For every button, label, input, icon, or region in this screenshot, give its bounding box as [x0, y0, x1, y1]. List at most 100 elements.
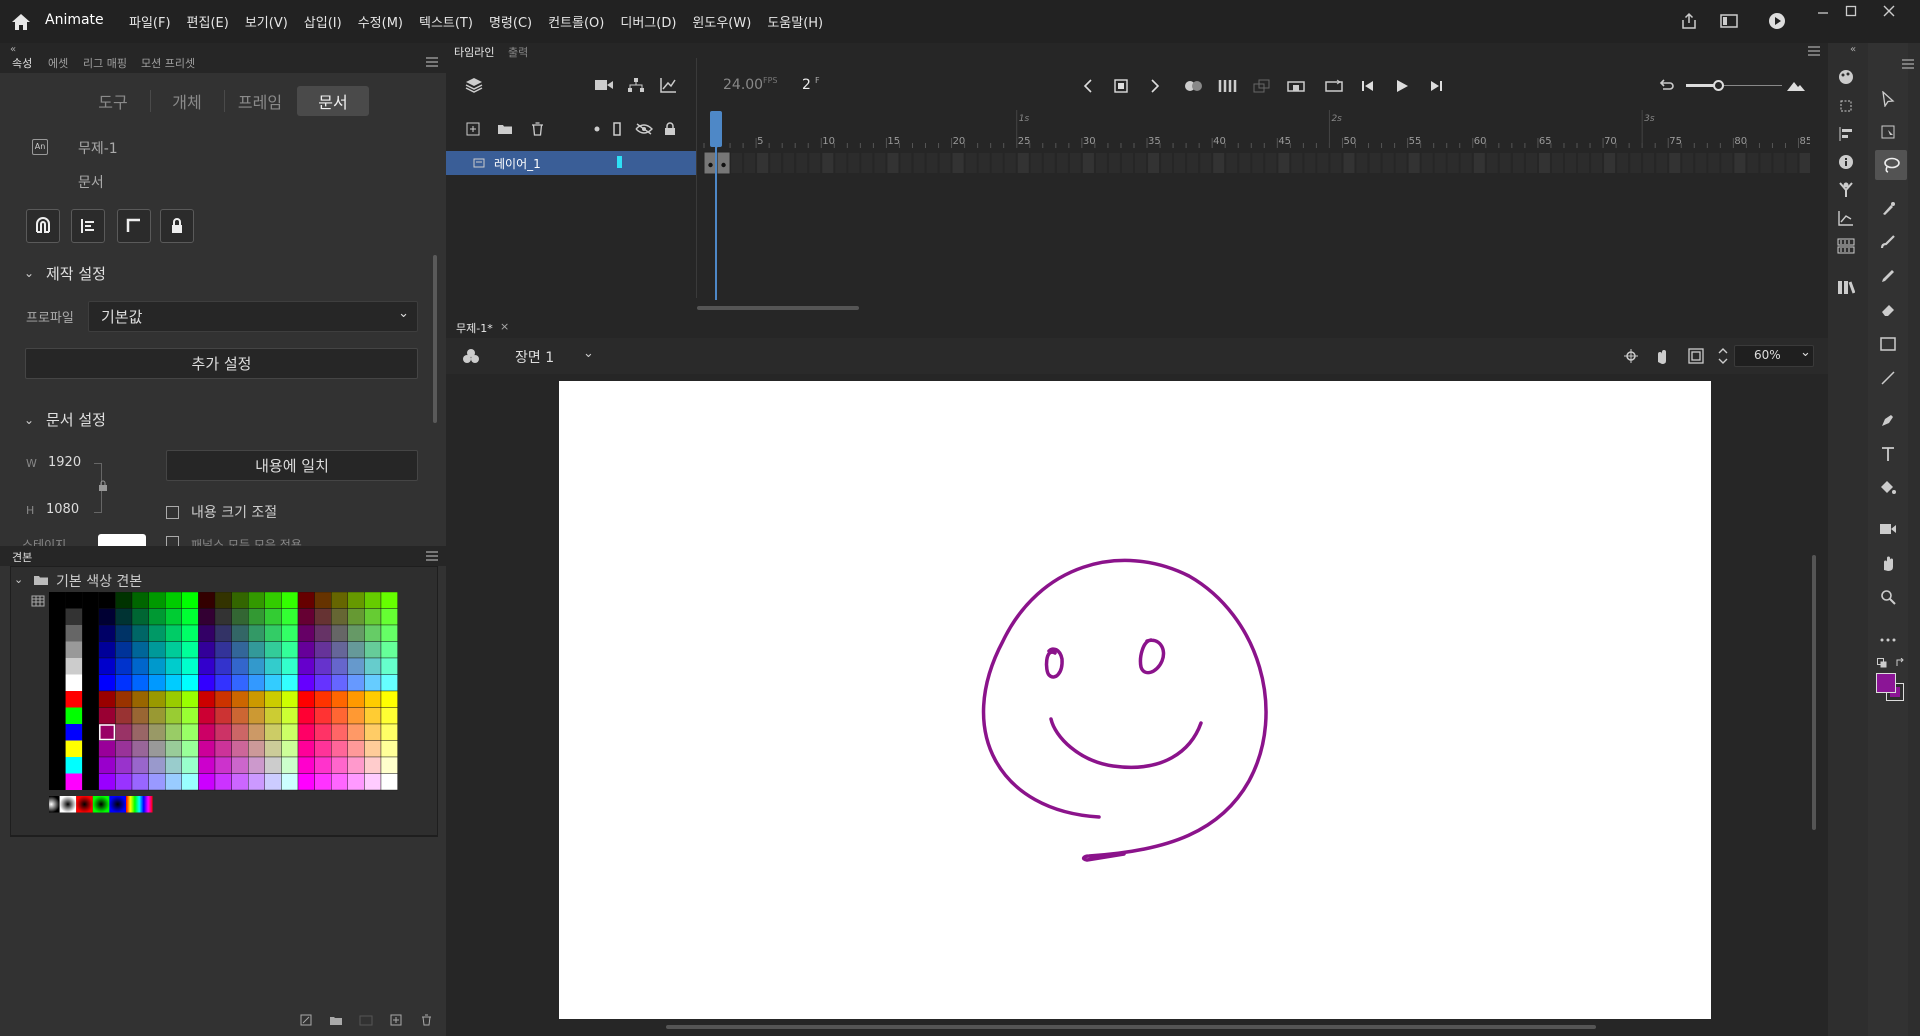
profile-select[interactable]: 기본값 ⌄ [88, 301, 418, 332]
layer-color-marker[interactable] [617, 156, 622, 168]
grid-view-icon[interactable] [30, 594, 46, 608]
lock-icon[interactable] [97, 479, 109, 493]
lasso-tool-icon[interactable] [1877, 151, 1905, 179]
menu-insert[interactable]: 삽입(I) [299, 10, 347, 32]
panel-menu-icon[interactable] [1900, 57, 1916, 71]
tab-swatches[interactable]: 견본 [12, 549, 32, 565]
color-swatch-grid[interactable] [49, 592, 409, 814]
highlight-dot-icon[interactable] [590, 120, 604, 138]
menu-view[interactable]: 보기(V) [240, 10, 293, 32]
menu-help[interactable]: 도움말(H) [762, 10, 828, 32]
layer-parenting-icon[interactable] [624, 74, 648, 96]
camera-tool-icon[interactable] [1874, 515, 1902, 543]
timeline-hscroll[interactable] [697, 306, 859, 310]
smiley-drawing[interactable] [559, 381, 1711, 1019]
components-icon[interactable] [1832, 232, 1860, 260]
menu-commands[interactable]: 명령(C) [484, 10, 537, 32]
collapse-right-icon[interactable]: « [1850, 44, 1856, 55]
paint-brush-tool-icon[interactable] [1874, 195, 1902, 223]
menu-modify[interactable]: 수정(M) [353, 10, 408, 32]
workspace-icon[interactable] [1718, 10, 1740, 32]
segment-object[interactable]: 개체 [152, 86, 222, 116]
chevron-down-icon[interactable]: ⌄ [24, 266, 34, 280]
hand-tool-icon[interactable] [1874, 549, 1902, 577]
tab-output[interactable]: 출력 [508, 44, 528, 60]
close-icon[interactable] [1879, 2, 1899, 20]
zoom-slider-handle[interactable] [1713, 80, 1724, 91]
tab-assets[interactable]: 에셋 [48, 55, 68, 71]
segment-tool[interactable]: 도구 [78, 86, 148, 116]
match-contents-button[interactable]: 내용에 일치 [166, 450, 418, 481]
chevron-right-icon[interactable] [1145, 76, 1165, 96]
stage-color-swatch[interactable] [98, 534, 146, 546]
menu-edit[interactable]: 편집(E) [182, 10, 234, 32]
scene-icon[interactable] [460, 345, 482, 367]
test-movie-icon[interactable] [1766, 10, 1788, 32]
fps-value[interactable]: 24.00 [723, 77, 763, 93]
menu-file[interactable]: 파일(F) [124, 10, 176, 32]
share-icon[interactable] [1678, 10, 1700, 32]
chevron-down-icon[interactable]: ⌄ [14, 573, 23, 586]
selection-tool-icon[interactable] [1874, 85, 1902, 113]
rulers-button[interactable] [117, 209, 151, 243]
menu-text[interactable]: 텍스트(T) [414, 10, 478, 32]
current-frame[interactable]: 2 [802, 77, 811, 93]
new-folder-icon[interactable] [328, 1013, 344, 1027]
rotate-stage-icon[interactable] [1651, 345, 1673, 367]
apply-partial-checkbox[interactable] [166, 536, 179, 546]
keyframe-icon[interactable] [1111, 76, 1131, 96]
tab-properties[interactable]: 속성 [12, 55, 32, 71]
playhead[interactable] [710, 111, 722, 147]
more-tools-icon[interactable] [1874, 626, 1902, 654]
menu-window[interactable]: 윈도우(W) [687, 10, 756, 32]
hide-layer-icon[interactable] [634, 120, 654, 138]
mountain-zoom-icon[interactable] [1784, 76, 1808, 96]
stage-canvas[interactable] [559, 381, 1711, 1019]
step-forward-icon[interactable] [1424, 76, 1448, 96]
panel-menu-icon[interactable] [424, 55, 440, 69]
eraser-tool-icon[interactable] [1874, 296, 1902, 324]
minimize-icon[interactable] [1813, 2, 1833, 20]
new-folder-icon[interactable] [494, 118, 516, 140]
chevron-down-icon[interactable]: ⌄ [1800, 345, 1811, 360]
library-icon[interactable] [1832, 273, 1860, 301]
align-panel-icon[interactable] [1832, 120, 1860, 148]
menu-control[interactable]: 컨트롤(O) [543, 10, 609, 32]
loop-icon[interactable] [1322, 76, 1346, 96]
graph-editor-icon[interactable] [656, 74, 680, 96]
paint-bucket-tool-icon[interactable] [1874, 474, 1902, 502]
chevron-left-icon[interactable] [1078, 76, 1098, 96]
panel-menu-icon[interactable] [424, 549, 440, 563]
home-icon[interactable] [10, 12, 32, 32]
trash-icon[interactable] [526, 118, 548, 140]
outline-icon[interactable] [610, 120, 624, 138]
step-back-icon[interactable] [1356, 76, 1380, 96]
center-stage-icon[interactable] [1620, 345, 1642, 367]
more-settings-button[interactable]: 추가 설정 [25, 348, 418, 379]
motion-editor-icon[interactable] [1832, 204, 1860, 232]
add-icon[interactable] [388, 1013, 404, 1027]
text-tool-icon[interactable] [1874, 440, 1902, 468]
info-icon[interactable] [1832, 148, 1860, 176]
stroke-color-swatch[interactable] [1876, 673, 1896, 693]
camera-icon[interactable] [592, 74, 616, 96]
transform-panel-icon[interactable] [1832, 92, 1860, 120]
edit-multiple-frames-icon[interactable] [1216, 76, 1240, 96]
stage-hscroll[interactable] [666, 1025, 1596, 1029]
snap-magnet-button[interactable] [26, 209, 60, 243]
tab-timeline[interactable]: 타임라인 [454, 44, 494, 60]
updown-icon[interactable] [1715, 345, 1731, 367]
height-input[interactable]: 1080 [46, 502, 79, 517]
tab-rig-mapping[interactable]: 리그 매핑 [83, 55, 127, 71]
new-layer-icon[interactable] [462, 118, 484, 140]
lock-icon[interactable] [661, 120, 679, 138]
brush-tool-icon[interactable] [1874, 228, 1902, 256]
menu-debug[interactable]: 디버그(D) [615, 10, 681, 32]
segment-document[interactable]: 문서 [297, 86, 369, 116]
pencil-tool-icon[interactable] [1874, 262, 1902, 290]
stage-vscroll[interactable] [1812, 555, 1816, 830]
chevron-down-icon[interactable]: ⌄ [24, 413, 34, 427]
play-icon[interactable] [1390, 76, 1414, 96]
doc-tab[interactable]: 무제-1* [456, 320, 493, 336]
scene-name[interactable]: 장면 1 [515, 347, 554, 367]
